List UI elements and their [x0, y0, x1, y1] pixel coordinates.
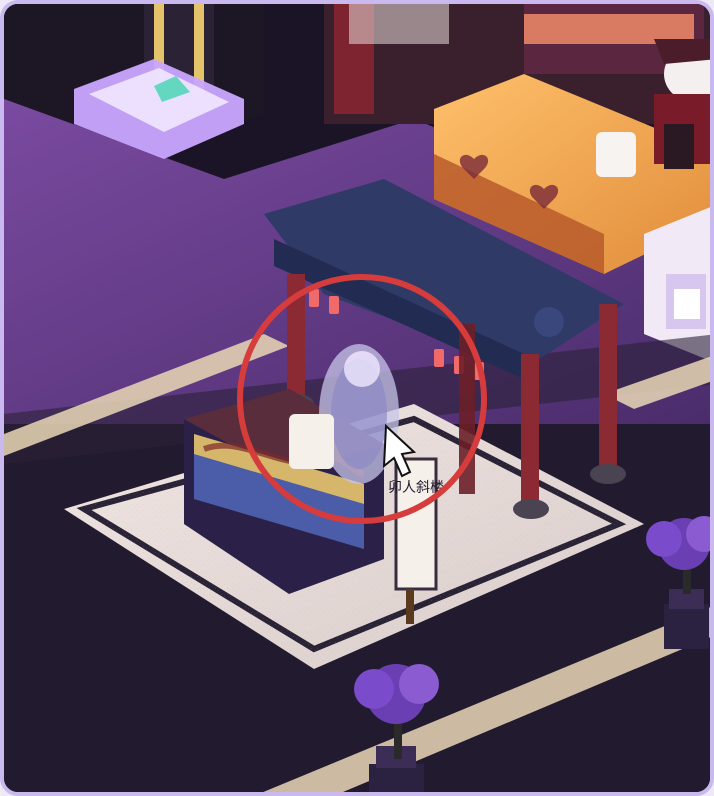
isometric-game-scene[interactable]: 卯人斜楼	[4, 4, 714, 796]
game-viewport[interactable]: 卯人斜楼	[0, 0, 714, 796]
canopy-pillar	[521, 354, 539, 509]
register-stand-icon	[289, 414, 334, 469]
canopy-pillar	[599, 304, 617, 474]
npc-rabbit-character[interactable]	[654, 39, 714, 169]
cash-register-icon	[596, 132, 636, 177]
